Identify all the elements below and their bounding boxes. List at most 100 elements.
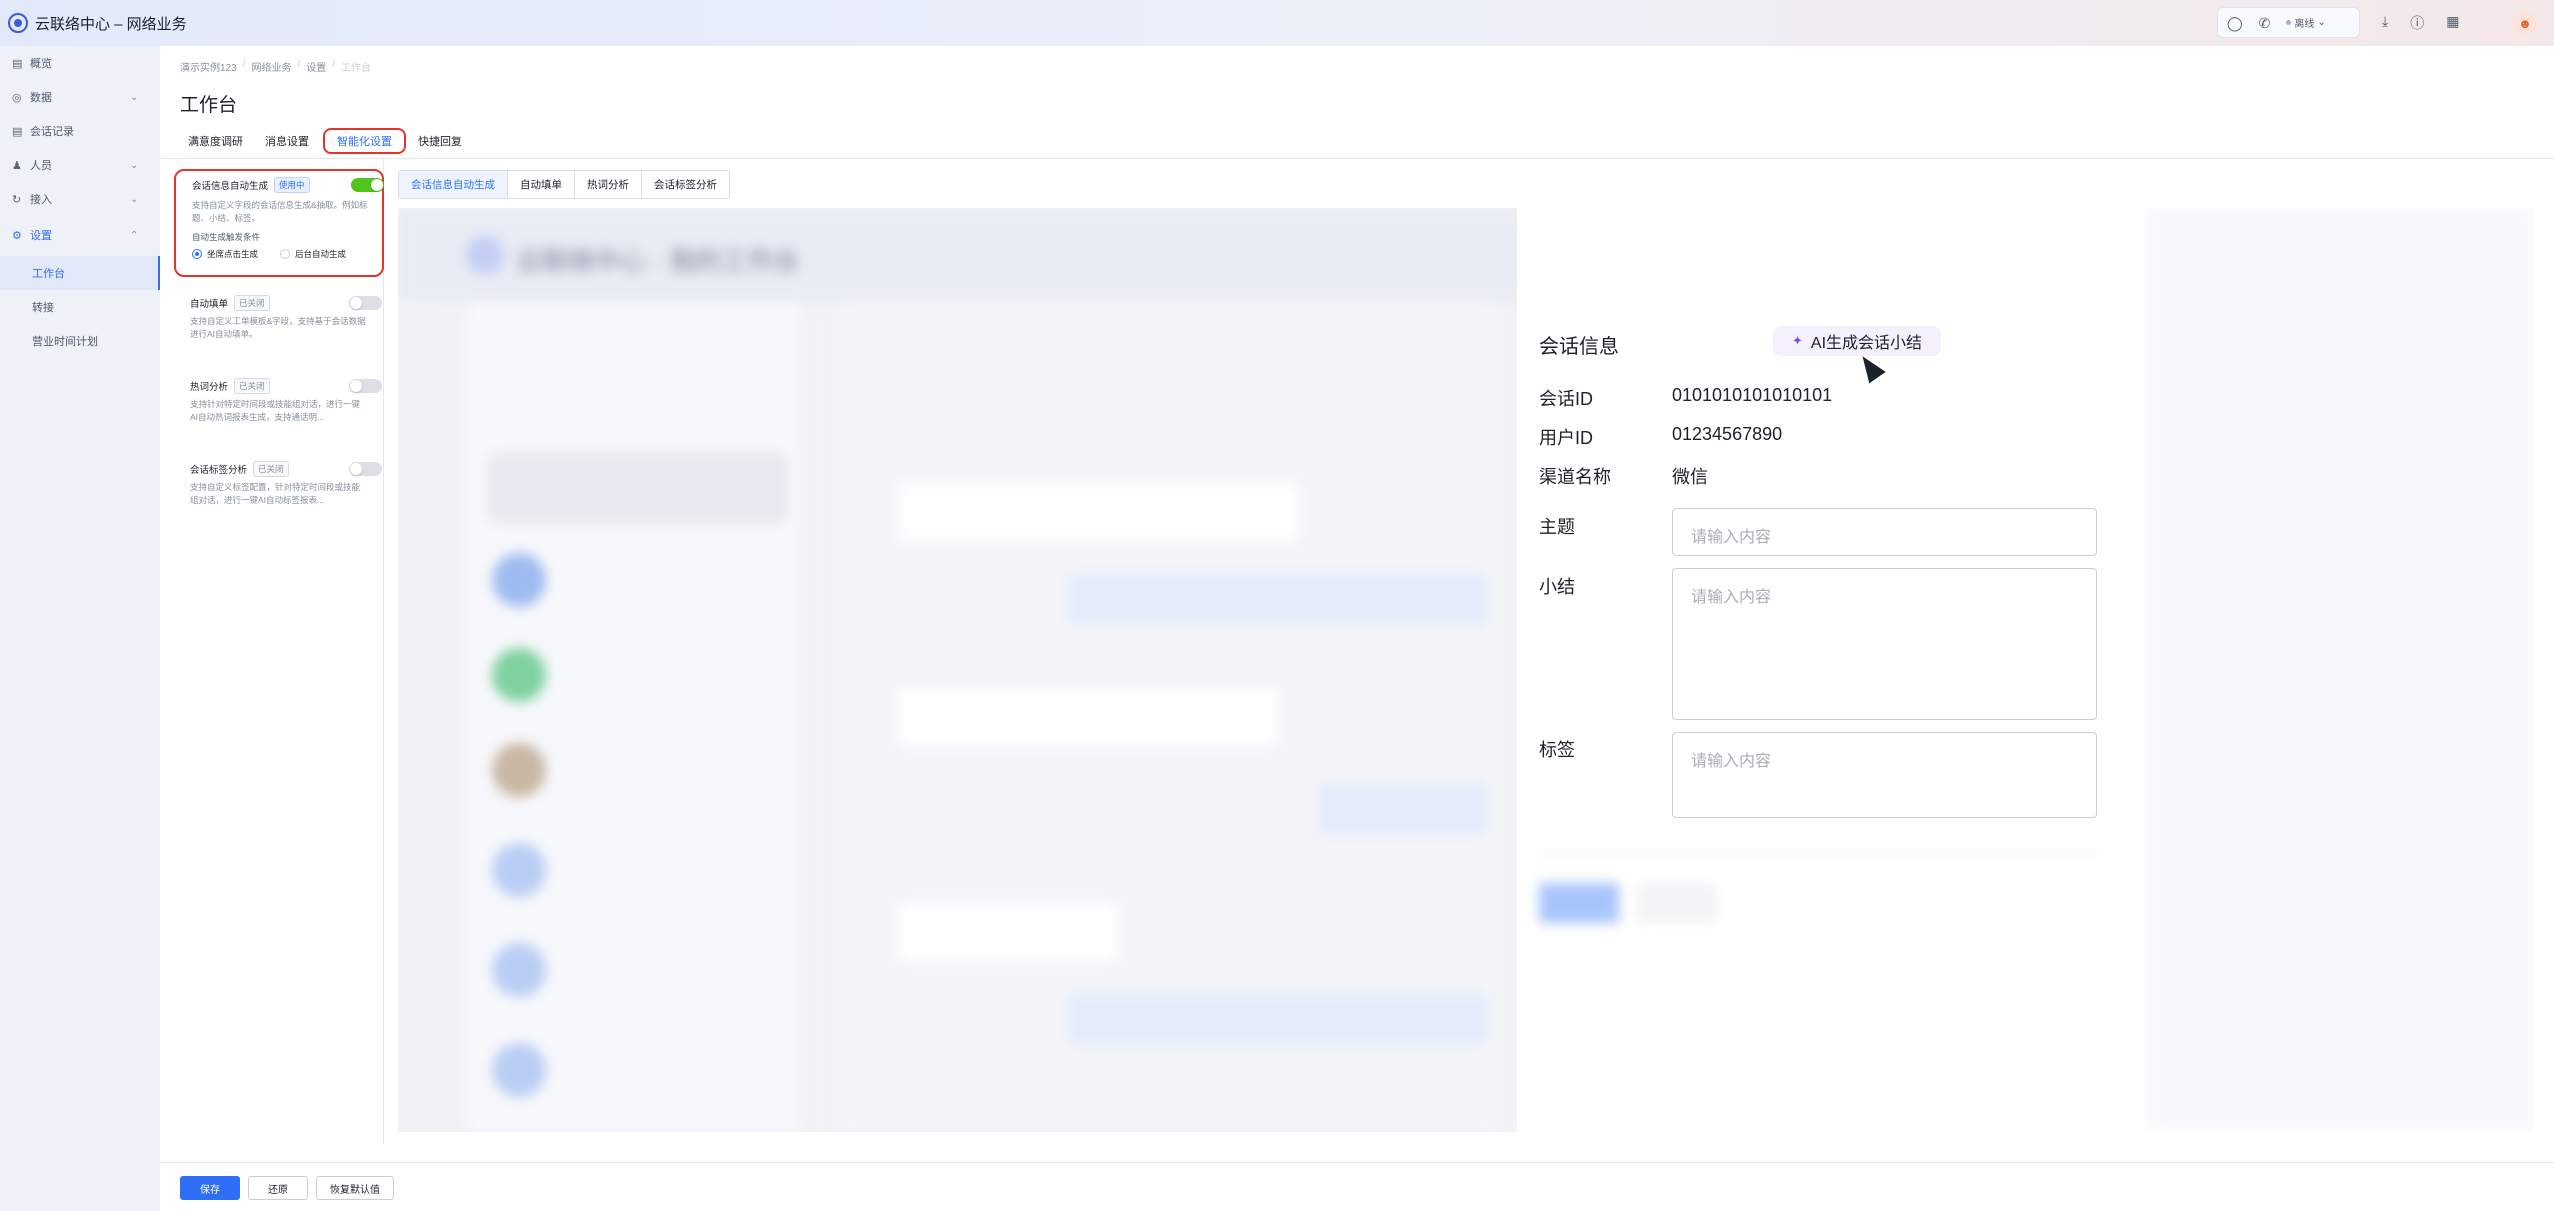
people-icon: ♟ [12, 159, 22, 172]
feature-toggle[interactable] [351, 178, 384, 192]
sidebar-item-overview[interactable]: ▤ 概览 [0, 46, 160, 80]
blurred-cancel-button [1637, 883, 1717, 923]
breadcrumb-separator: / [332, 59, 336, 70]
sidebar-item-label: 接入 [30, 194, 52, 206]
feature-list-panel: 会话信息自动生成 使用中 支持自定义字段的会话信息生成&抽取。例如标题、小结、标… [160, 159, 384, 1144]
blurred-session-list [468, 303, 798, 1132]
trigger-condition-label: 自动生成触发条件 [192, 232, 261, 242]
user-avatar[interactable]: ☻ [2513, 11, 2537, 35]
grid-icon[interactable]: ▦ [2446, 13, 2459, 33]
subtab-session-info[interactable]: 会话信息自动生成 [399, 171, 507, 198]
radio-background-auto[interactable]: 后台自动生成 [280, 248, 346, 260]
subtab-auto-fill[interactable]: 自动填单 [507, 171, 574, 198]
blurred-confirm-button [1539, 883, 1619, 923]
tab-message-settings[interactable]: 消息设置 [257, 128, 317, 154]
ai-generate-summary-button[interactable]: ✦ AI生成会话小结 [1773, 326, 1941, 356]
field-value: 微信 [1672, 467, 1708, 487]
data-icon: ◎ [12, 91, 22, 104]
feature-title-row: 自动填单 已关闭 [190, 295, 270, 311]
top-bar: 云联络中心 – 网络业务 [0, 0, 2554, 46]
feature-title: 热词分析 [190, 382, 229, 393]
feature-title: 自动填单 [190, 299, 229, 310]
workbench-preview: 云联络中心 · 我的工作台 会话信息 ✦ AI生成会话小结 会话ID 01010… [398, 208, 2534, 1132]
agent-status-label: 离线 [2294, 19, 2315, 30]
tags-textarea[interactable]: 请输入内容 [1672, 732, 2097, 818]
blurred-chat-area [838, 303, 1498, 1132]
sidebar-subitem-label: 转接 [32, 302, 54, 314]
sidebar-subitem-label: 营业时间计划 [32, 336, 98, 348]
status-badge: 已关闭 [234, 378, 270, 394]
help-icon[interactable]: ⓘ [2410, 13, 2424, 33]
feature-card-auto-fill[interactable]: 自动填单 已关闭 支持自定义工单模板&字段，支持基于会话数据进行AI自动填单。 [174, 291, 384, 361]
feature-title-row: 会话标签分析 已关闭 [190, 461, 289, 477]
radio-icon [280, 249, 290, 259]
blurred-right-rail [2147, 208, 2534, 1132]
breadcrumb-separator: / [242, 59, 246, 70]
breadcrumb-item[interactable]: 演示实例123 [180, 59, 237, 74]
chevron-down-icon: ⌄ [130, 193, 139, 205]
breadcrumb: 演示实例123 / 网络业务 / 设置 / 工作台 [180, 59, 371, 74]
breadcrumb-item[interactable]: 设置 [306, 59, 326, 74]
blurred-rail [398, 303, 443, 1132]
subtab-hotword[interactable]: 热词分析 [574, 171, 641, 198]
breadcrumb-separator: / [297, 59, 301, 70]
field-label: 用户ID [1539, 428, 1593, 448]
reset-default-button[interactable]: 恢复默认值 [316, 1176, 394, 1200]
sidebar-item-people[interactable]: ♟ 人员 ⌄ [0, 148, 160, 182]
feature-description: 支持自定义标签配置，针对特定时间段或技能组对话，进行一键AI自动标签报表... [190, 482, 361, 505]
agent-toolbar: ◯ ✆ 离线 ⌄ [2217, 7, 2360, 38]
download-icon[interactable]: ⤓ [2382, 13, 2388, 33]
tab-quick-reply[interactable]: 快捷回复 [410, 128, 470, 154]
chevron-up-icon: ⌃ [130, 229, 139, 241]
save-button[interactable]: 保存 [180, 1176, 240, 1200]
sidebar-item-label: 概览 [30, 58, 52, 70]
sidebar-item-records[interactable]: ▤ 会话记录 [0, 114, 160, 148]
feature-title: 会话标签分析 [190, 465, 248, 476]
feature-toggle[interactable] [349, 462, 382, 476]
settings-tabs: 满意度调研 消息设置 智能化设置 快捷回复 [180, 128, 476, 154]
radio-agent-click[interactable]: 坐席点击生成 [192, 248, 258, 260]
tab-intelligent-settings[interactable]: 智能化设置 [323, 128, 406, 154]
app-logo-icon [8, 13, 28, 33]
app-title: 云联络中心 – 网络业务 [35, 15, 187, 33]
settings-icon: ⚙ [12, 229, 22, 242]
sidebar-item-label: 数据 [30, 92, 52, 104]
sidebar-item-data[interactable]: ◎ 数据 ⌄ [0, 80, 160, 114]
summary-textarea[interactable]: 请输入内容 [1672, 568, 2097, 720]
chevron-down-icon: ⌄ [2317, 17, 2326, 28]
restore-button[interactable]: 还原 [248, 1176, 308, 1200]
feature-description: 支持自定义字段的会话信息生成&抽取。例如标题、小结、标签。 [192, 200, 368, 223]
sparkle-icon: ✦ [1791, 333, 1803, 348]
chevron-down-icon: ⌄ [130, 91, 139, 103]
feature-card-session-info[interactable]: 会话信息自动生成 使用中 支持自定义字段的会话信息生成&抽取。例如标题、小结、标… [174, 169, 384, 277]
phone-icon[interactable]: ✆ [2259, 16, 2271, 30]
feature-toggle[interactable] [349, 379, 382, 393]
panel-title: 会话信息 [1539, 336, 1619, 358]
feature-toggle[interactable] [349, 296, 382, 310]
tab-satisfaction[interactable]: 满意度调研 [180, 128, 251, 154]
sidebar-item-settings[interactable]: ⚙ 设置 ⌃ [0, 218, 160, 252]
subtab-tag-analysis[interactable]: 会话标签分析 [641, 171, 729, 198]
subject-input[interactable]: 请输入内容 [1672, 508, 2097, 556]
status-badge: 使用中 [274, 177, 310, 193]
sidebar-subitem-label: 工作台 [32, 268, 65, 280]
field-label: 会话ID [1539, 389, 1593, 409]
sidebar-item-access[interactable]: ↻ 接入 ⌄ [0, 182, 160, 216]
agent-status-dropdown[interactable]: 离线 ⌄ [2286, 15, 2326, 30]
sidebar-subitem-transfer[interactable]: 转接 [0, 290, 160, 324]
sidebar-subitem-workbench[interactable]: 工作台 [0, 256, 160, 290]
radio-icon [192, 249, 202, 259]
feature-card-hotword[interactable]: 热词分析 已关闭 支持针对特定时间段或技能组对话，进行一键AI自动热词报表生成，… [174, 374, 384, 444]
access-icon: ↻ [12, 193, 22, 206]
field-value: 0101010101010101 [1672, 385, 1833, 405]
tab-divider [160, 158, 2554, 159]
breadcrumb-item[interactable]: 网络业务 [251, 59, 291, 74]
sidebar-subitem-business-hours[interactable]: 营业时间计划 [0, 324, 160, 358]
sidebar-item-label: 设置 [30, 230, 52, 242]
radio-label: 后台自动生成 [295, 249, 347, 259]
feature-card-tag-analysis[interactable]: 会话标签分析 已关闭 支持自定义标签配置，针对特定时间段或技能组对话，进行一键A… [174, 457, 384, 527]
sidebar-item-label: 人员 [30, 160, 52, 172]
feature-description: 支持自定义工单模板&字段，支持基于会话数据进行AI自动填单。 [190, 316, 366, 339]
status-badge: 已关闭 [253, 461, 289, 477]
chat-icon[interactable]: ◯ [2227, 16, 2243, 30]
